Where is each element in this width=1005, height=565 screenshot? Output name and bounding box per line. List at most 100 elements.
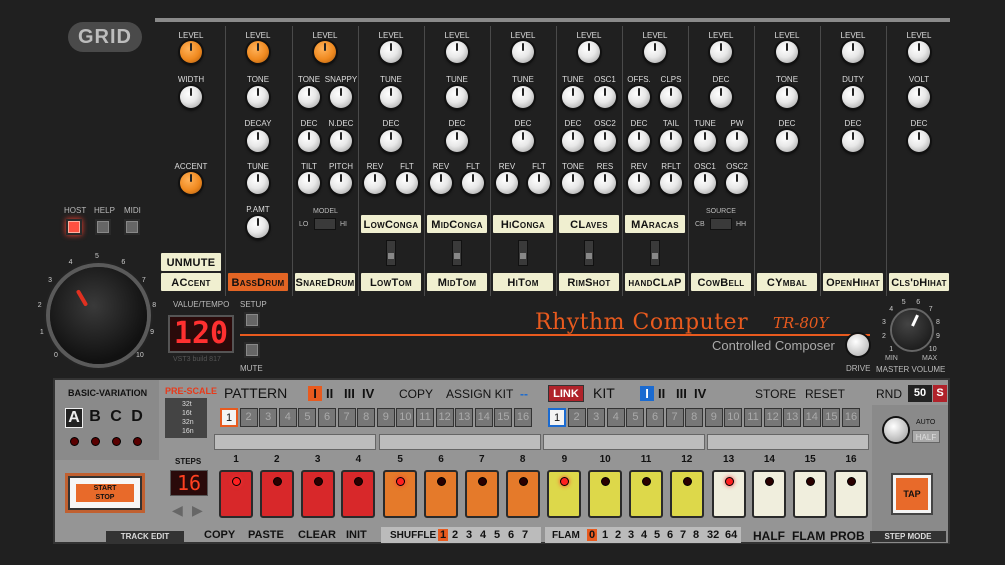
setup-button[interactable] [244, 312, 260, 328]
shuffle-value-2[interactable]: 2 [452, 529, 458, 541]
steps-display[interactable]: 16 [170, 470, 208, 496]
master-volume-knob[interactable] [892, 310, 932, 350]
midi-button[interactable] [124, 219, 140, 235]
group-bar-4[interactable] [707, 434, 869, 450]
ch-level-knob[interactable] [908, 41, 930, 63]
pattern-bank-3[interactable]: III [344, 386, 355, 401]
kit-slot-7[interactable]: 7 [665, 408, 684, 427]
kit-bank-4[interactable]: IV [694, 386, 706, 401]
pattern-slot-1[interactable]: 1 [220, 408, 238, 427]
kit-slot-10[interactable]: 10 [724, 408, 743, 427]
hc-alt-switch[interactable] [650, 240, 660, 266]
rs-dec-knob[interactable] [562, 130, 584, 152]
ch-volt-knob[interactable] [908, 86, 930, 108]
prescale-option[interactable]: 16t [182, 410, 192, 417]
shuffle-value-3[interactable]: 3 [466, 529, 472, 541]
oh-instrument-button[interactable]: OPENHIHAT [822, 272, 884, 292]
steps-right-arrow[interactable]: ▶ [192, 502, 203, 519]
edit-copy-button[interactable]: COPY [204, 529, 235, 541]
hc-dec-knob[interactable] [628, 130, 650, 152]
sd-model-switch[interactable] [314, 218, 336, 230]
ht-level-knob[interactable] [512, 41, 534, 63]
flam-value-5[interactable]: 5 [654, 529, 660, 541]
lt-tune-knob[interactable] [380, 86, 402, 108]
mt-rev-knob[interactable] [430, 172, 452, 194]
grid-logo[interactable]: GRID [68, 22, 142, 52]
ht-dec-knob[interactable] [512, 130, 534, 152]
mt-alt-switch[interactable] [452, 240, 462, 266]
flam-value-6[interactable]: 6 [667, 529, 673, 541]
sd-ndec-knob[interactable] [330, 130, 352, 152]
pattern-slot-16[interactable]: 16 [514, 408, 532, 427]
kit-slot-1[interactable]: 1 [548, 408, 566, 427]
ac-accent-knob[interactable] [180, 172, 202, 194]
oh-level-knob[interactable] [842, 41, 864, 63]
pattern-bank-4[interactable]: IV [362, 386, 374, 401]
group-bar-1[interactable] [214, 434, 376, 450]
hc-tail-knob[interactable] [660, 130, 682, 152]
ht-alt-button[interactable]: HICONGA [492, 214, 554, 234]
variation-a-button[interactable]: A [65, 408, 83, 428]
hc-alt-button[interactable]: MARACAS [624, 214, 686, 234]
shuffle-value-1[interactable]: 1 [438, 529, 449, 541]
pattern-slot-13[interactable]: 13 [455, 408, 474, 427]
start-stop-button[interactable]: START STOP [68, 476, 142, 510]
step-button-11[interactable] [629, 470, 663, 518]
flam-value-4[interactable]: 4 [641, 529, 647, 541]
mt-tune-knob[interactable] [446, 86, 468, 108]
pattern-slot-6[interactable]: 6 [318, 408, 336, 427]
lt-level-knob[interactable] [380, 41, 402, 63]
step-button-4[interactable] [341, 470, 376, 518]
kit-slot-4[interactable]: 4 [606, 408, 625, 427]
link-button[interactable]: LINK [548, 385, 584, 402]
rs-alt-switch[interactable] [584, 240, 594, 266]
pattern-slot-14[interactable]: 14 [474, 408, 493, 427]
lt-instrument-button[interactable]: LOWTOM [360, 272, 422, 292]
cy-level-knob[interactable] [776, 41, 798, 63]
rs-tone-knob[interactable] [562, 172, 584, 194]
kit-slot-3[interactable]: 3 [587, 408, 606, 427]
pattern-bank-1[interactable]: I [308, 386, 322, 401]
hc-offs-knob[interactable] [628, 86, 650, 108]
mode-prob-button[interactable]: PROB [830, 529, 865, 543]
pattern-slot-10[interactable]: 10 [396, 408, 415, 427]
kit-bank-1[interactable]: I [640, 386, 654, 401]
rs-instrument-button[interactable]: RIMSHOT [558, 272, 620, 292]
pattern-slot-7[interactable]: 7 [337, 408, 356, 427]
ch-dec-knob[interactable] [908, 130, 930, 152]
help-button[interactable] [95, 219, 111, 235]
ac-width-knob[interactable] [180, 86, 202, 108]
sd-dec-knob[interactable] [298, 130, 320, 152]
shuffle-value-7[interactable]: 7 [522, 529, 528, 541]
oh-dec-knob[interactable] [842, 130, 864, 152]
group-bar-3[interactable] [543, 434, 705, 450]
rs-level-knob[interactable] [578, 41, 600, 63]
sd-instrument-button[interactable]: SNAREDRUM [294, 272, 356, 292]
sd-pitch-knob[interactable] [330, 172, 352, 194]
cb-pw-knob[interactable] [726, 130, 748, 152]
bd-tone-knob[interactable] [247, 86, 269, 108]
prescale-option[interactable]: 32n [182, 419, 194, 426]
kit-bank-2[interactable]: II [658, 386, 665, 401]
ht-instrument-button[interactable]: HITOM [492, 272, 554, 292]
hc-rflt-knob[interactable] [660, 172, 682, 194]
mt-dec-knob[interactable] [446, 130, 468, 152]
step-button-8[interactable] [505, 470, 540, 518]
kit-slot-8[interactable]: 8 [685, 408, 704, 427]
pattern-slot-5[interactable]: 5 [298, 408, 317, 427]
s-button[interactable]: S [933, 385, 947, 402]
step-button-3[interactable] [300, 470, 335, 518]
pattern-slot-4[interactable]: 4 [278, 408, 297, 427]
flam-value-3[interactable]: 3 [628, 529, 634, 541]
edit-init-button[interactable]: INIT [346, 529, 367, 541]
lt-dec-knob[interactable] [380, 130, 402, 152]
lt-rev-knob[interactable] [364, 172, 386, 194]
oh-duty-knob[interactable] [842, 86, 864, 108]
shuffle-value-6[interactable]: 6 [508, 529, 514, 541]
bd-tune-knob[interactable] [247, 172, 269, 194]
bd-level-knob[interactable] [247, 41, 269, 63]
store-button[interactable]: STORE [755, 387, 796, 401]
shuffle-value-4[interactable]: 4 [480, 529, 486, 541]
pattern-slot-2[interactable]: 2 [239, 408, 258, 427]
mt-alt-button[interactable]: MIDCONGA [426, 214, 488, 234]
